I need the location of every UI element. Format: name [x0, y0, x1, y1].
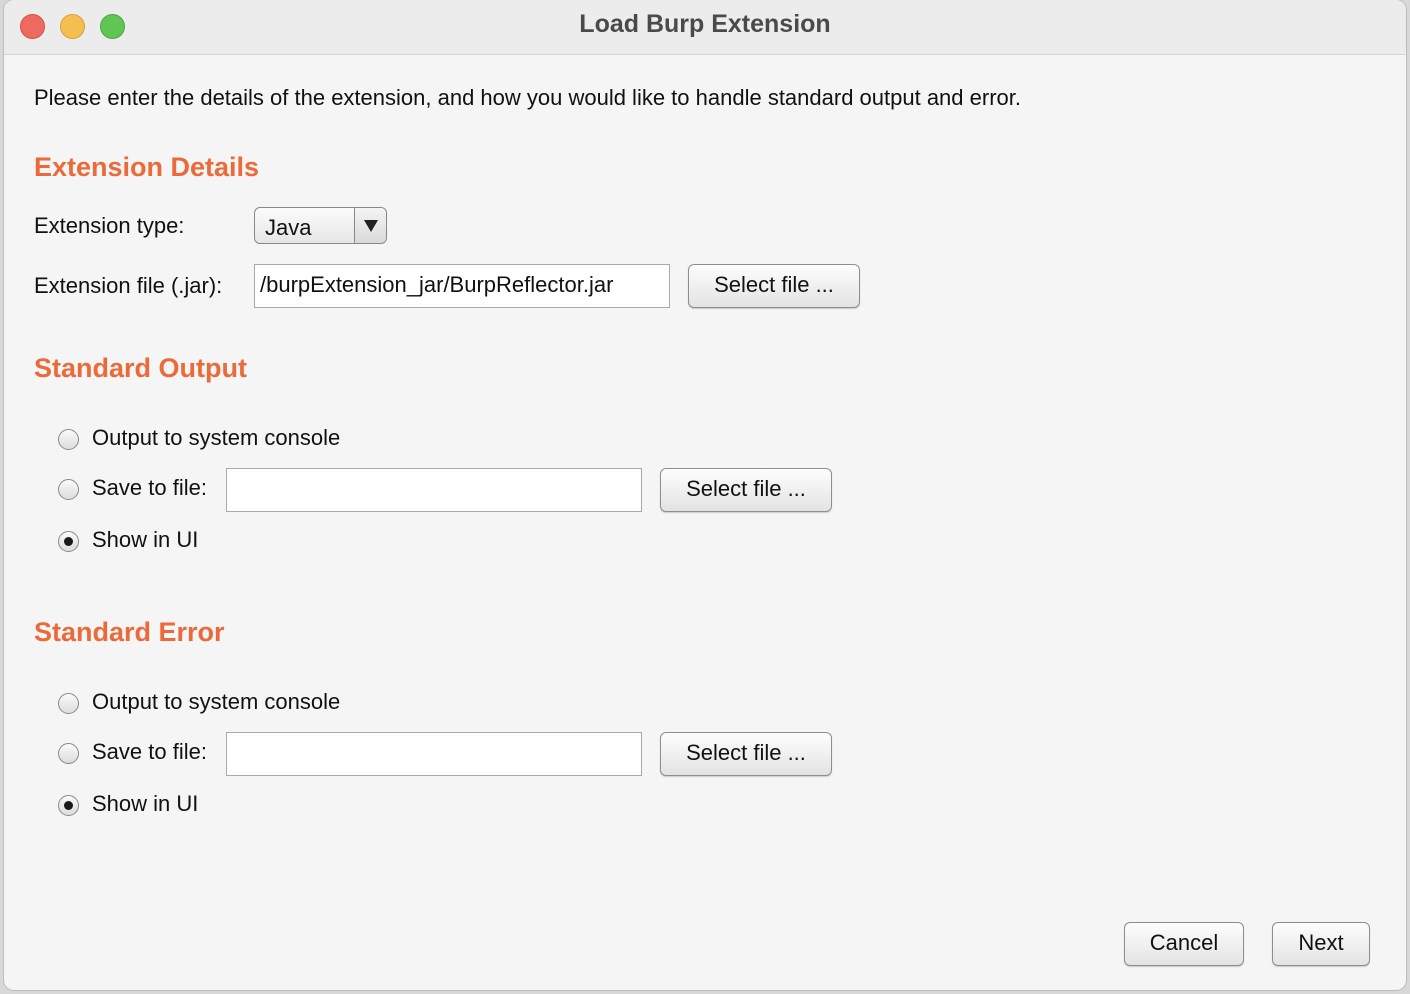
- stdout-save-file-label: Save to file:: [92, 475, 207, 500]
- extension-details-heading: Extension Details: [34, 152, 260, 182]
- standard-error-heading: Standard Error: [34, 617, 225, 647]
- triangle-down-icon: [364, 220, 378, 232]
- stderr-file-input[interactable]: [226, 732, 642, 776]
- cancel-button[interactable]: Cancel: [1124, 922, 1244, 966]
- standard-output-heading: Standard Output: [34, 353, 247, 383]
- window-title: Load Burp Extension: [579, 10, 831, 38]
- stderr-console-radio[interactable]: [58, 693, 79, 714]
- dropdown-arrow-icon[interactable]: [354, 208, 386, 243]
- stdout-console-radio[interactable]: [58, 429, 79, 450]
- title-bar: Load Burp Extension: [4, 0, 1406, 55]
- stderr-save-file-radio[interactable]: [58, 743, 79, 764]
- stdout-save-file-radio[interactable]: [58, 479, 79, 500]
- load-extension-dialog: Load Burp Extension Please enter the det…: [4, 0, 1406, 990]
- stdout-select-file-button[interactable]: Select file ...: [660, 468, 832, 512]
- next-button[interactable]: Next: [1272, 922, 1370, 966]
- extension-select-file-button[interactable]: Select file ...: [688, 264, 860, 308]
- extension-type-label: Extension type:: [34, 213, 185, 238]
- stderr-show-ui-label: Show in UI: [92, 791, 199, 816]
- extension-file-label: Extension file (.jar):: [34, 273, 223, 298]
- stderr-select-file-button[interactable]: Select file ...: [660, 732, 832, 776]
- extension-file-input[interactable]: /burpExtension_jar/BurpReflector.jar: [254, 264, 670, 308]
- stdout-show-ui-label: Show in UI: [92, 527, 199, 552]
- stdout-file-input[interactable]: [226, 468, 642, 512]
- extension-type-value: Java: [265, 215, 312, 240]
- extension-type-select[interactable]: Java: [254, 207, 387, 244]
- stderr-save-file-label: Save to file:: [92, 739, 207, 764]
- stderr-show-ui-radio[interactable]: [58, 795, 79, 816]
- stdout-show-ui-radio[interactable]: [58, 531, 79, 552]
- stdout-console-label: Output to system console: [92, 425, 341, 450]
- intro-text: Please enter the details of the extensio…: [34, 85, 1021, 110]
- stderr-console-label: Output to system console: [92, 689, 341, 714]
